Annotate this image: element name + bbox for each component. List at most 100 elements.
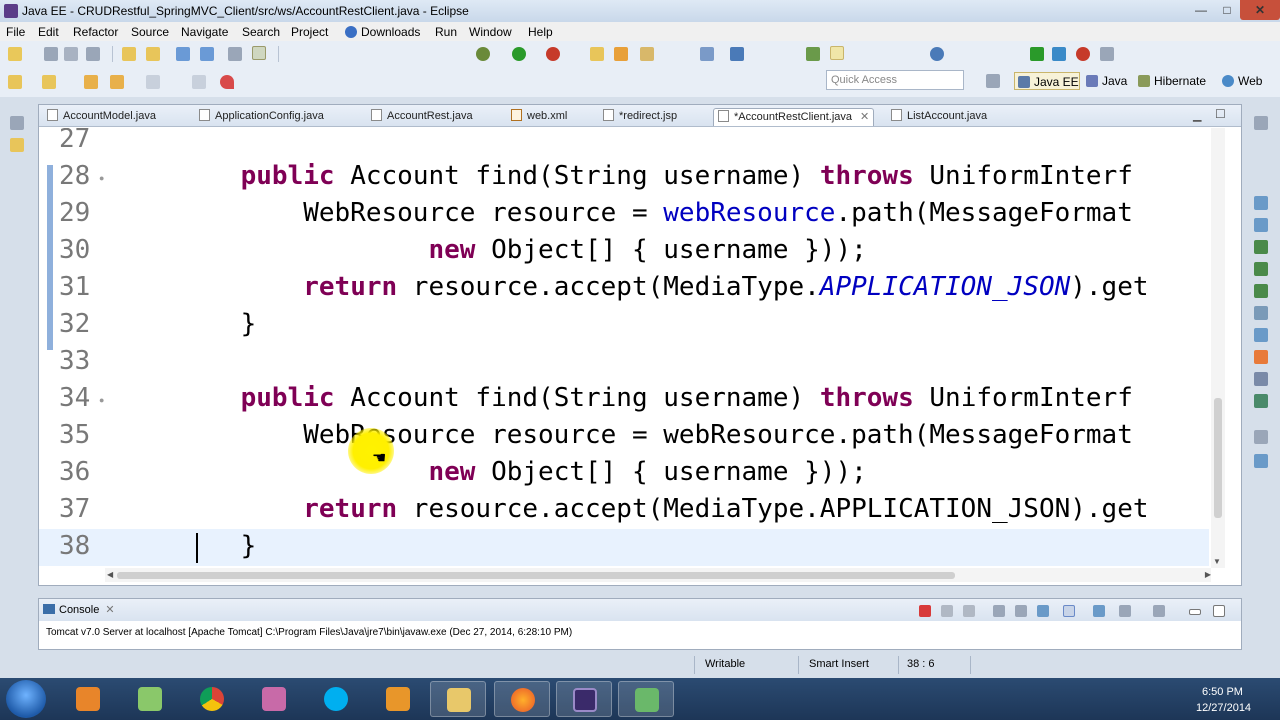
taskbar-firefox[interactable] — [494, 681, 550, 717]
refresh-icon[interactable] — [220, 75, 234, 89]
search-view-icon[interactable] — [1254, 394, 1268, 408]
palette-icon[interactable] — [1254, 240, 1268, 254]
maximize-button[interactable]: □ — [1214, 0, 1240, 20]
menu-edit[interactable]: Edit — [38, 25, 59, 39]
restore-icon[interactable] — [1254, 116, 1268, 130]
minimize-view-icon[interactable] — [1189, 609, 1201, 615]
fold-icon[interactable]: ● — [99, 173, 104, 183]
new-package-icon[interactable] — [614, 47, 628, 61]
perspective-java-ee[interactable]: Java EE — [1014, 72, 1080, 90]
horizontal-scroll-thumb[interactable] — [117, 572, 955, 579]
taskbar-chrome[interactable] — [184, 681, 240, 717]
forward-icon[interactable] — [110, 75, 124, 89]
clock-date[interactable]: 12/27/2014 — [1196, 702, 1251, 714]
servers-icon[interactable] — [1254, 262, 1268, 276]
next-annotation-icon[interactable] — [806, 47, 820, 61]
new-server-icon[interactable] — [42, 75, 56, 89]
tab-web-xml[interactable]: web.xml — [511, 108, 567, 126]
open-perspective-icon[interactable] — [986, 74, 1000, 88]
open-console-icon[interactable] — [1153, 605, 1165, 617]
open-type-icon[interactable] — [122, 47, 136, 61]
save-icon[interactable] — [44, 47, 58, 61]
skip-breakpoints-icon[interactable] — [200, 47, 214, 61]
run-icon[interactable] — [512, 47, 526, 61]
data-source-icon[interactable] — [1254, 284, 1268, 298]
publish-icon[interactable] — [1100, 47, 1114, 61]
taskbar-outlook[interactable] — [370, 681, 426, 717]
javadoc-icon[interactable] — [1254, 454, 1268, 468]
progress-icon[interactable] — [1254, 372, 1268, 386]
tab-account-rest[interactable]: AccountRest.java — [371, 108, 473, 126]
menu-refactor[interactable]: Refactor — [73, 25, 118, 39]
word-wrap-icon[interactable] — [1063, 605, 1075, 617]
tab-console[interactable]: Console ✕ — [43, 602, 115, 618]
toggle-block-selection-icon[interactable] — [252, 46, 266, 60]
remove-launch-icon[interactable] — [941, 605, 953, 617]
taskbar-file-explorer[interactable] — [122, 681, 178, 717]
vertical-scrollbar[interactable]: ▼ — [1211, 128, 1225, 568]
quick-access-input[interactable]: Quick Access — [826, 70, 964, 90]
menu-window[interactable]: Window — [469, 25, 512, 39]
start-server-icon[interactable] — [1030, 47, 1044, 61]
stop-server-icon[interactable] — [1076, 47, 1090, 61]
vertical-scroll-thumb[interactable] — [1214, 398, 1222, 518]
menu-file[interactable]: File — [6, 25, 25, 39]
wizard-icon[interactable] — [8, 75, 22, 89]
minimize-button[interactable]: — — [1188, 0, 1214, 20]
project-explorer-icon[interactable] — [10, 138, 24, 152]
menu-search[interactable]: Search — [242, 25, 280, 39]
print-icon[interactable] — [86, 47, 100, 61]
restore-icon[interactable] — [10, 116, 24, 130]
maximize-view-icon[interactable] — [1213, 605, 1225, 617]
taskbar-folder[interactable] — [430, 681, 486, 717]
build-icon[interactable] — [176, 47, 190, 61]
pin-console-icon[interactable] — [1093, 605, 1105, 617]
globe-icon[interactable] — [930, 47, 944, 61]
close-tab-icon[interactable]: ✕ — [860, 111, 869, 123]
close-tab-icon[interactable]: ✕ — [105, 604, 114, 616]
code-area[interactable]: 27 28 ● public Account find(String userna… — [39, 128, 1209, 568]
mark-occurrences-icon[interactable] — [228, 47, 242, 61]
open-web-browser-icon[interactable] — [700, 47, 714, 61]
menu-help[interactable]: Help — [528, 25, 553, 39]
menu-navigate[interactable]: Navigate — [181, 25, 228, 39]
tab-list-account[interactable]: ListAccount.java — [891, 108, 987, 126]
outline-icon[interactable] — [1254, 196, 1268, 210]
open-task-icon[interactable] — [146, 47, 160, 61]
properties-icon[interactable] — [1254, 350, 1268, 364]
minimize-editor-icon[interactable]: ▁ — [1193, 109, 1201, 122]
fold-icon[interactable]: ● — [99, 395, 104, 405]
clear-console-icon[interactable] — [993, 605, 1005, 617]
perspective-java[interactable]: Java — [1086, 72, 1127, 90]
history-icon[interactable] — [1254, 430, 1268, 444]
tab-redirect-jsp[interactable]: *redirect.jsp — [603, 108, 677, 126]
external-tools-icon[interactable] — [546, 47, 560, 61]
taskbar-notepad[interactable] — [618, 681, 674, 717]
tab-account-model[interactable]: AccountModel.java — [47, 108, 156, 126]
close-button[interactable]: ✕ — [1240, 0, 1280, 20]
menu-run[interactable]: Run — [435, 25, 457, 39]
menu-downloads[interactable]: Downloads — [345, 25, 420, 39]
scroll-lock-icon[interactable] — [1015, 605, 1027, 617]
scroll-left-icon[interactable]: ◀ — [107, 570, 113, 579]
new-java-project-icon[interactable] — [590, 47, 604, 61]
pin-icon[interactable] — [192, 75, 206, 89]
new-class-icon[interactable] — [640, 47, 654, 61]
next-edit-icon[interactable] — [146, 75, 160, 89]
display-console-icon[interactable] — [1119, 605, 1131, 617]
remove-all-terminated-icon[interactable] — [963, 605, 975, 617]
terminate-icon[interactable] — [919, 605, 931, 617]
back-icon[interactable] — [84, 75, 98, 89]
taskbar-paint[interactable] — [246, 681, 302, 717]
perspective-web[interactable]: Web — [1222, 72, 1262, 90]
scroll-right-icon[interactable]: ▶ — [1205, 570, 1211, 579]
clock-time[interactable]: 6:50 PM — [1202, 686, 1243, 698]
save-all-icon[interactable] — [64, 47, 78, 61]
toggle-mark-icon[interactable] — [830, 46, 844, 60]
debug-server-icon[interactable] — [1052, 47, 1066, 61]
search-icon[interactable] — [730, 47, 744, 61]
menu-project[interactable]: Project — [291, 25, 328, 39]
taskbar-media-player[interactable] — [60, 681, 116, 717]
taskbar-skype[interactable] — [308, 681, 364, 717]
taskbar-eclipse[interactable] — [556, 681, 612, 717]
